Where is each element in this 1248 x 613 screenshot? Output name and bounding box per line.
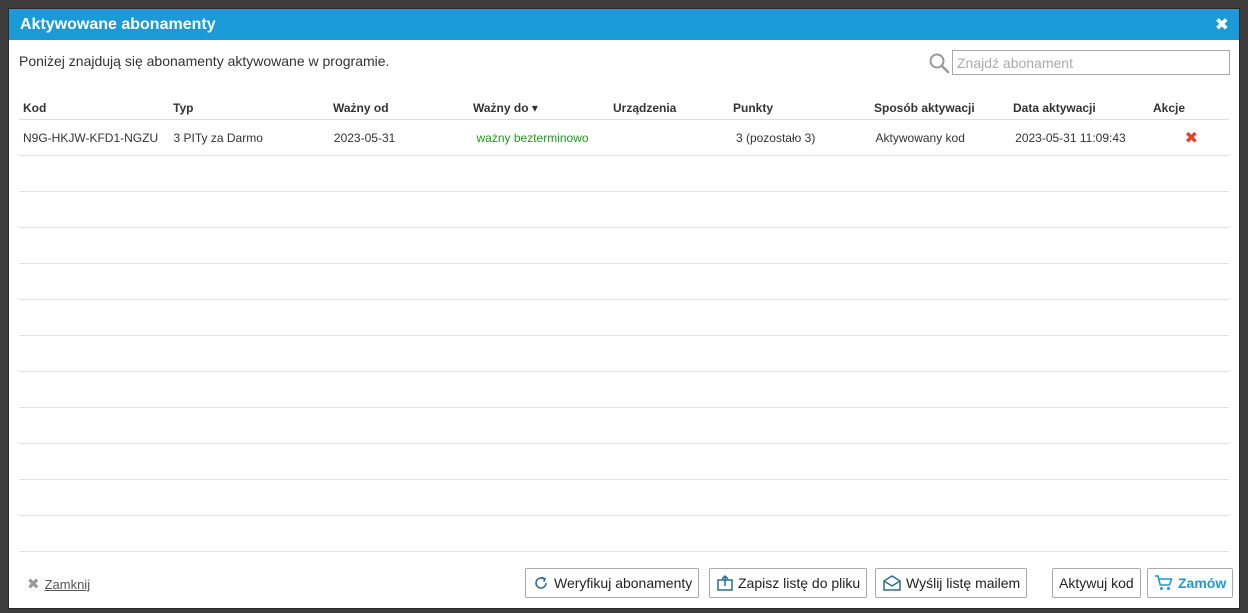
- empty-row: [19, 192, 1229, 228]
- close-icon[interactable]: ✖: [1215, 16, 1229, 33]
- upload-icon: [717, 574, 733, 591]
- close-link-icon: ✖: [27, 576, 40, 593]
- cell-typ: 3 PITy za Darmo: [173, 130, 263, 145]
- close-link[interactable]: ✖ Zamknij: [27, 575, 90, 593]
- dialog-title: Aktywowane abonamenty: [20, 15, 216, 33]
- header-akcje: Akcje: [1153, 100, 1186, 115]
- empty-row: [19, 228, 1229, 264]
- search-box: [928, 50, 1230, 75]
- order-button[interactable]: Zamów: [1147, 568, 1234, 598]
- order-label: Zamów: [1178, 575, 1227, 591]
- cell-wazny-od: 2023-05-31: [333, 130, 396, 145]
- mail-icon: [883, 575, 901, 591]
- empty-row: [19, 516, 1229, 552]
- header-wazny-do[interactable]: Ważny do ▾: [473, 101, 613, 115]
- verify-subscriptions-label: Weryfikuj abonamenty: [554, 575, 693, 591]
- send-list-email-button[interactable]: Wyślij listę mailem: [875, 568, 1028, 598]
- header-kod[interactable]: Kod: [19, 101, 173, 115]
- header-wazny-od[interactable]: Ważny od: [333, 101, 473, 115]
- activate-code-label: Aktywuj kod: [1059, 575, 1134, 591]
- dialog-titlebar: Aktywowane abonamenty ✖: [9, 9, 1239, 40]
- cell-wazny-do: ważny bezterminowo: [476, 130, 589, 145]
- header-punkty[interactable]: Punkty: [733, 101, 874, 115]
- verify-subscriptions-button[interactable]: Weryfikuj abonamenty: [525, 568, 700, 598]
- table-header: Kod Typ Ważny od Ważny do ▾ Urządzenia P…: [19, 96, 1229, 120]
- empty-row: [19, 372, 1229, 408]
- cell-kod: N9G-HKJW-KFD1-NGZU: [23, 130, 159, 145]
- empty-row: [19, 336, 1229, 372]
- empty-row: [19, 264, 1229, 300]
- search-icon[interactable]: [928, 52, 950, 74]
- intro-text: Poniżej znajdują się abonamenty aktywowa…: [19, 53, 390, 69]
- activate-code-button[interactable]: Aktywuj kod: [1052, 568, 1141, 598]
- close-link-label: Zamknij: [44, 576, 91, 592]
- empty-row: [19, 156, 1229, 192]
- save-list-button[interactable]: Zapisz listę do pliku: [709, 568, 868, 598]
- empty-row: [19, 300, 1229, 336]
- header-data-aktywacji[interactable]: Data aktywacji: [1013, 101, 1153, 115]
- subscriptions-table: Kod Typ Ważny od Ważny do ▾ Urządzenia P…: [19, 96, 1229, 552]
- dialog-footer: ✖ Zamknij Weryfikuj abonamenty Zapisz li…: [9, 568, 1239, 600]
- search-input[interactable]: [952, 50, 1230, 75]
- header-urzadzenia[interactable]: Urządzenia: [613, 101, 733, 115]
- save-list-label: Zapisz listę do pliku: [738, 575, 861, 591]
- subscriptions-dialog: Aktywowane abonamenty ✖ Poniżej znajdują…: [8, 8, 1240, 609]
- delete-icon[interactable]: ✖: [1154, 128, 1229, 148]
- header-sposob-aktywacji[interactable]: Sposób aktywacji: [874, 101, 1013, 115]
- header-typ[interactable]: Typ: [173, 101, 333, 115]
- cell-data-aktywacji: 2023-05-31 11:09:43: [1015, 130, 1126, 145]
- table-row[interactable]: N9G-HKJW-KFD1-NGZU 3 PITy za Darmo 2023-…: [19, 120, 1229, 156]
- empty-row: [19, 444, 1229, 480]
- empty-row: [19, 408, 1229, 444]
- send-list-email-label: Wyślij listę mailem: [906, 575, 1021, 591]
- cell-sposob-aktywacji: Aktywowany kod: [875, 130, 965, 145]
- cell-punkty: 3 (pozostało 3): [735, 130, 816, 145]
- cart-icon: [1155, 575, 1173, 590]
- refresh-icon: [535, 576, 547, 589]
- empty-row: [19, 480, 1229, 516]
